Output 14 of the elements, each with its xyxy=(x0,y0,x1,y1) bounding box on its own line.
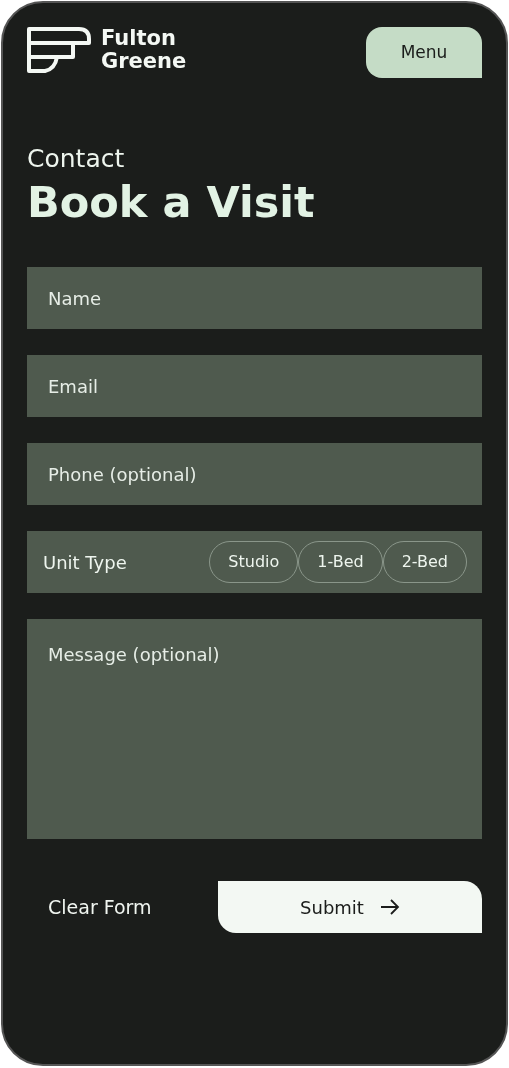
input-field[interactable]: Name xyxy=(27,267,482,330)
page-title: Book a Visit xyxy=(27,178,316,228)
submit-button[interactable]: Submit xyxy=(218,881,482,934)
brand-name: Fulton xyxy=(101,27,177,50)
field-label: Unit Type xyxy=(43,550,127,575)
logo-icon xyxy=(27,27,93,73)
arrow-right-icon xyxy=(379,898,400,917)
input-field[interactable]: Email xyxy=(27,355,482,418)
brand-name: Greene xyxy=(101,50,187,73)
clear-form-button[interactable]: Clear Form xyxy=(27,893,173,922)
message-field[interactable]: Message (optional) xyxy=(27,619,482,840)
menu-button[interactable]: Menu xyxy=(366,27,482,78)
input-field[interactable]: Phone (optional) xyxy=(27,443,482,506)
section-label: Contact xyxy=(27,144,126,174)
